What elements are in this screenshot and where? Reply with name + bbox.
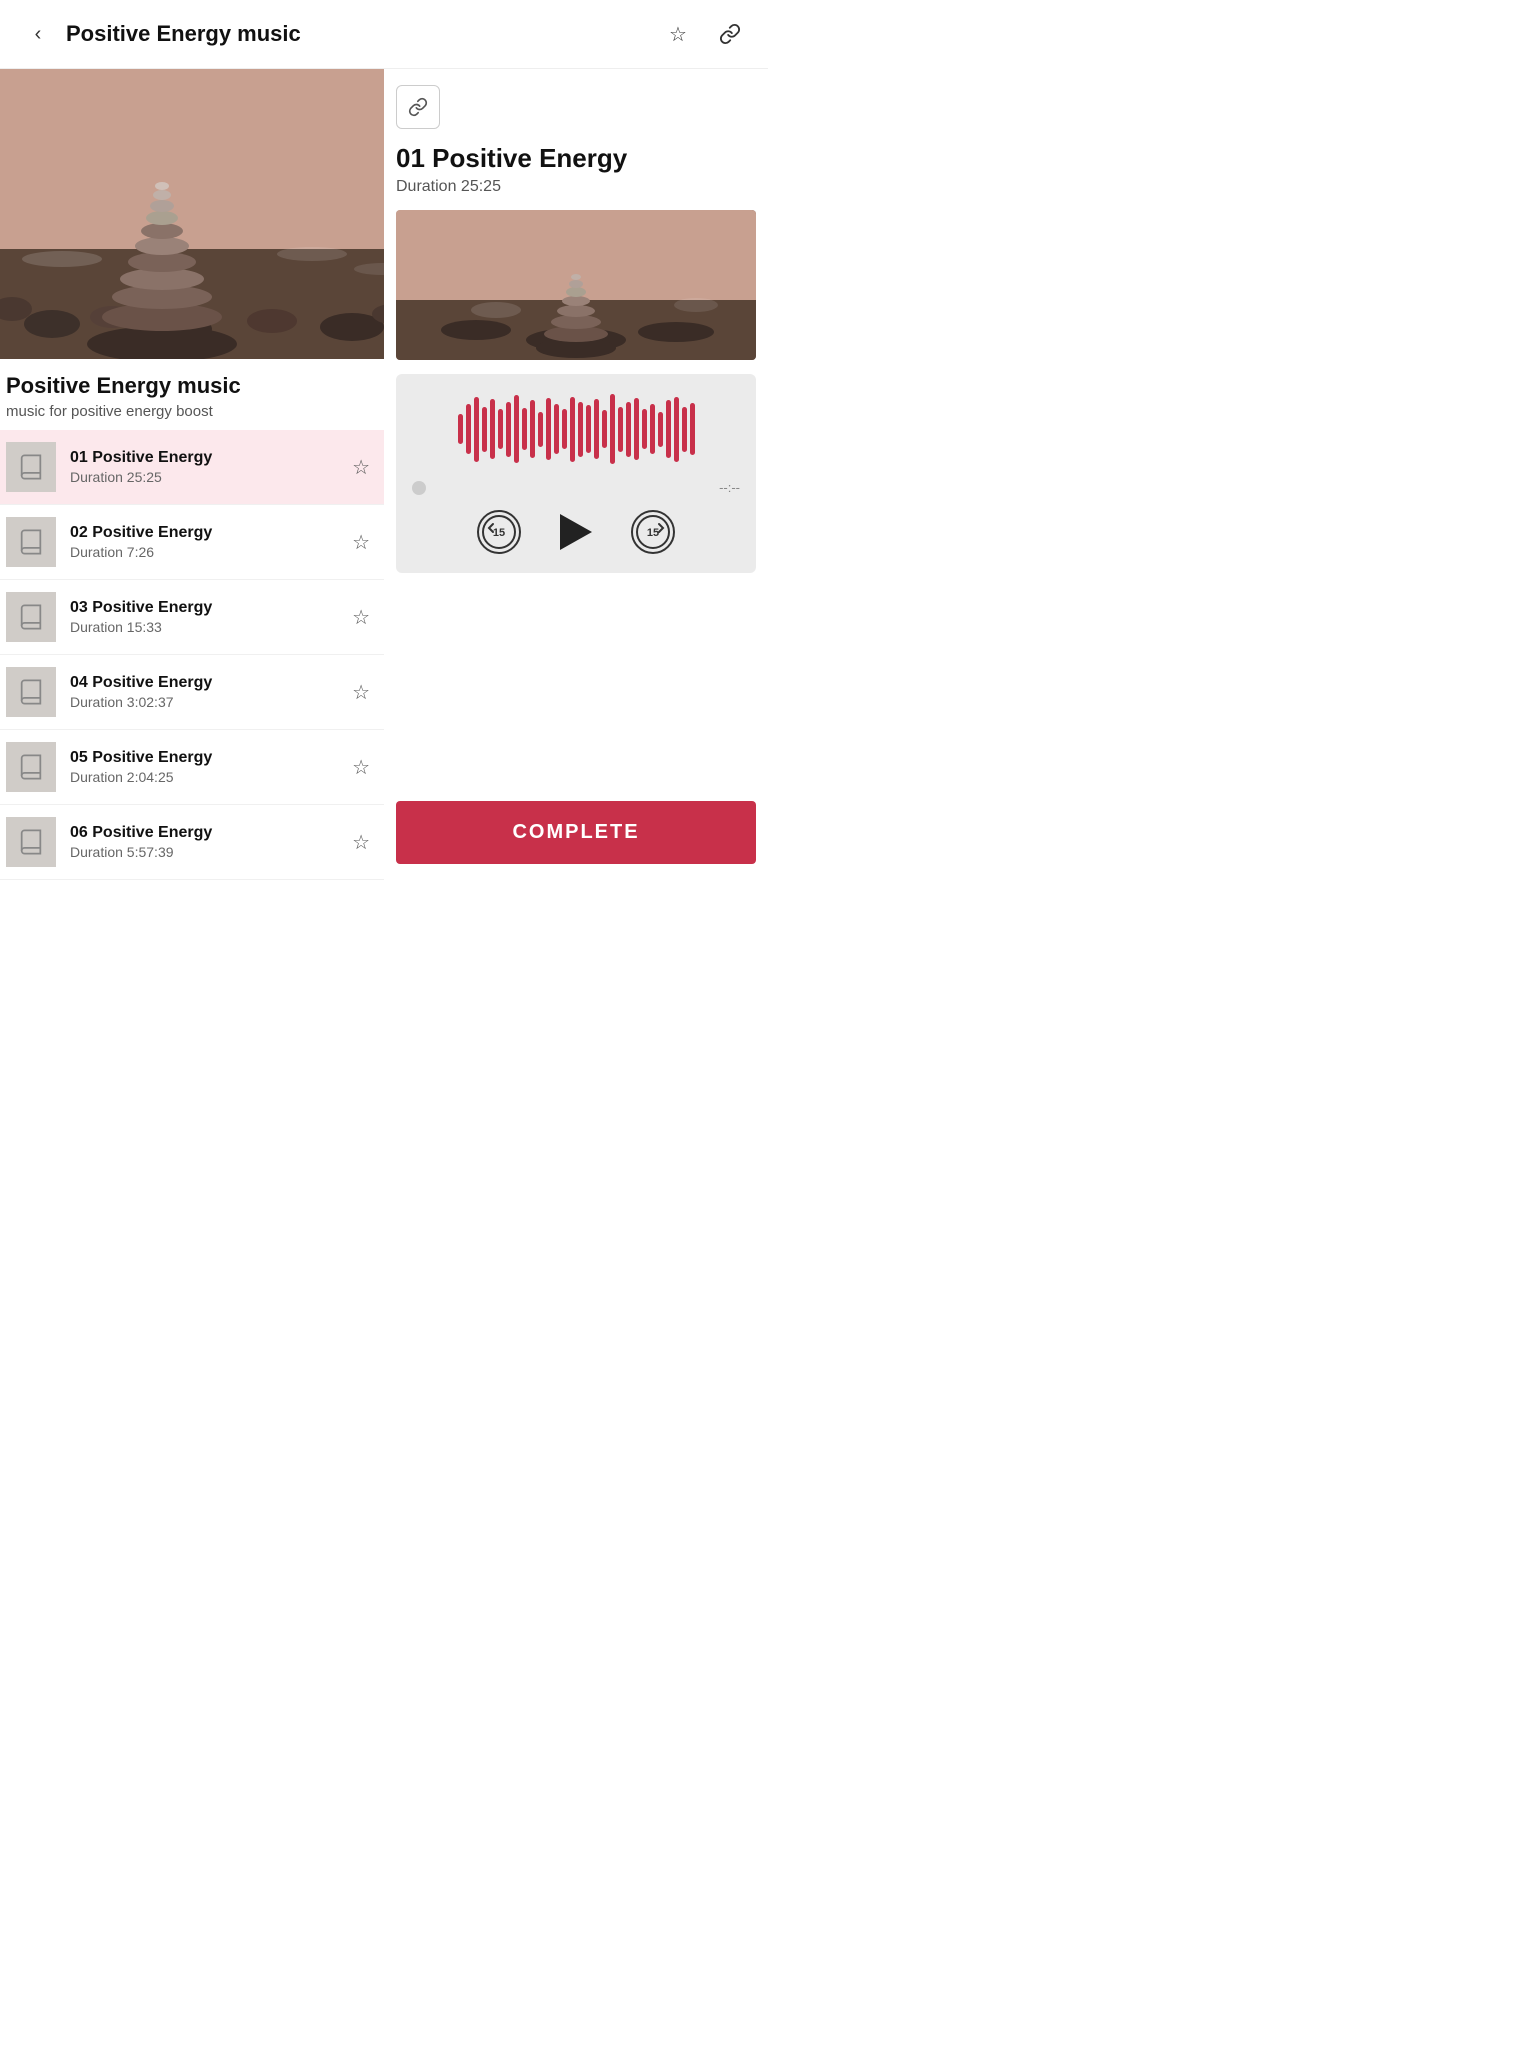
waveform-bar (610, 394, 615, 464)
waveform-bar (570, 397, 575, 462)
track-info: 03 Positive Energy Duration 15:33 (70, 599, 348, 635)
track-duration: Duration 5:57:39 (70, 844, 348, 860)
waveform-bar (666, 400, 671, 458)
track-item[interactable]: 06 Positive Energy Duration 5:57:39 ☆ (0, 805, 384, 880)
waveform-bar (554, 404, 559, 454)
share-link-button[interactable] (712, 16, 748, 52)
waveform-bar (674, 397, 679, 462)
track-thumbnail (6, 742, 56, 792)
track-favorite-button[interactable]: ☆ (348, 676, 374, 709)
header-title: Positive Energy music (66, 21, 301, 47)
waveform-bar (506, 402, 511, 457)
complete-button[interactable]: COMPLETE (396, 801, 756, 864)
waveform-bar (650, 404, 655, 454)
track-info: 04 Positive Energy Duration 3:02:37 (70, 674, 348, 710)
header-left: ‹ Positive Energy music (20, 16, 301, 52)
track-favorite-button[interactable]: ☆ (348, 451, 374, 484)
svg-text:15: 15 (493, 527, 505, 539)
track-favorite-button[interactable]: ☆ (348, 526, 374, 559)
track-info: 05 Positive Energy Duration 2:04:25 (70, 749, 348, 785)
track-thumbnail (6, 517, 56, 567)
time-display: --:-- (719, 480, 740, 495)
waveform-bar (586, 405, 591, 453)
playlist-info: Positive Energy music music for positive… (0, 359, 384, 430)
waveform-bar (498, 409, 503, 449)
track-favorite-button[interactable]: ☆ (348, 826, 374, 859)
play-icon (560, 514, 592, 550)
waveform-bar (530, 400, 535, 458)
player-box: --:-- 15 15 (396, 374, 756, 573)
skip-forward-button[interactable]: 15 (631, 510, 675, 554)
detail-thumbnail (396, 210, 756, 360)
svg-text:15: 15 (647, 527, 659, 539)
waveform-bar (642, 409, 647, 449)
left-column: Positive Energy music music for positive… (0, 69, 384, 880)
waveform-bar (490, 399, 495, 459)
waveform-bar (562, 409, 567, 449)
waveform-bar (522, 408, 527, 450)
track-item[interactable]: 04 Positive Energy Duration 3:02:37 ☆ (0, 655, 384, 730)
track-info: 02 Positive Energy Duration 7:26 (70, 524, 348, 560)
track-item[interactable]: 05 Positive Energy Duration 2:04:25 ☆ (0, 730, 384, 805)
waveform-bar (682, 407, 687, 452)
waveform-bar (546, 398, 551, 460)
track-name: 03 Positive Energy (70, 599, 348, 617)
track-thumbnail (6, 442, 56, 492)
track-duration: Duration 3:02:37 (70, 694, 348, 710)
waveform-bar (618, 407, 623, 452)
detail-title: 01 Positive Energy (396, 143, 756, 174)
favorite-button[interactable]: ☆ (660, 16, 696, 52)
detail-info: 01 Positive Energy Duration 25:25 (396, 143, 756, 196)
progress-row: --:-- (412, 480, 740, 495)
waveform-bar (458, 414, 463, 444)
detail-duration: Duration 25:25 (396, 178, 756, 196)
hero-image (0, 69, 384, 359)
track-thumbnail (6, 592, 56, 642)
back-button[interactable]: ‹ (20, 16, 56, 52)
waveform-bar (626, 402, 631, 457)
track-name: 05 Positive Energy (70, 749, 348, 767)
track-item[interactable]: 01 Positive Energy Duration 25:25 ☆ (0, 430, 384, 505)
track-duration: Duration 15:33 (70, 619, 348, 635)
track-item[interactable]: 02 Positive Energy Duration 7:26 ☆ (0, 505, 384, 580)
waveform (412, 394, 740, 464)
track-duration: Duration 2:04:25 (70, 769, 348, 785)
play-button[interactable] (551, 507, 601, 557)
waveform-bar (578, 402, 583, 457)
track-name: 06 Positive Energy (70, 824, 348, 842)
track-item[interactable]: 03 Positive Energy Duration 15:33 ☆ (0, 580, 384, 655)
track-name: 04 Positive Energy (70, 674, 348, 692)
waveform-bar (538, 412, 543, 447)
right-column: 01 Positive Energy Duration 25:25 (384, 69, 768, 880)
track-info: 01 Positive Energy Duration 25:25 (70, 449, 348, 485)
track-thumbnail (6, 667, 56, 717)
playlist-description: music for positive energy boost (6, 403, 374, 420)
waveform-bar (602, 410, 607, 448)
waveform-bar (658, 412, 663, 447)
track-duration: Duration 25:25 (70, 469, 348, 485)
header: ‹ Positive Energy music ☆ (0, 0, 768, 69)
waveform-bar (474, 397, 479, 462)
track-duration: Duration 7:26 (70, 544, 348, 560)
waveform-bar (634, 398, 639, 460)
waveform-bar (690, 403, 695, 455)
header-icons: ☆ (660, 16, 748, 52)
playlist-title: Positive Energy music (6, 373, 374, 399)
detail-link-button[interactable] (396, 85, 440, 129)
waveform-bar (514, 395, 519, 463)
main-layout: Positive Energy music music for positive… (0, 69, 768, 880)
progress-dot[interactable] (412, 481, 426, 495)
track-info: 06 Positive Energy Duration 5:57:39 (70, 824, 348, 860)
track-favorite-button[interactable]: ☆ (348, 751, 374, 784)
track-name: 01 Positive Energy (70, 449, 348, 467)
waveform-bar (482, 407, 487, 452)
waveform-bar (466, 404, 471, 454)
waveform-bar (594, 399, 599, 459)
track-list: 01 Positive Energy Duration 25:25 ☆ 02 P… (0, 430, 384, 880)
controls-row: 15 15 (412, 507, 740, 557)
track-favorite-button[interactable]: ☆ (348, 601, 374, 634)
skip-back-button[interactable]: 15 (477, 510, 521, 554)
track-name: 02 Positive Energy (70, 524, 348, 542)
track-thumbnail (6, 817, 56, 867)
